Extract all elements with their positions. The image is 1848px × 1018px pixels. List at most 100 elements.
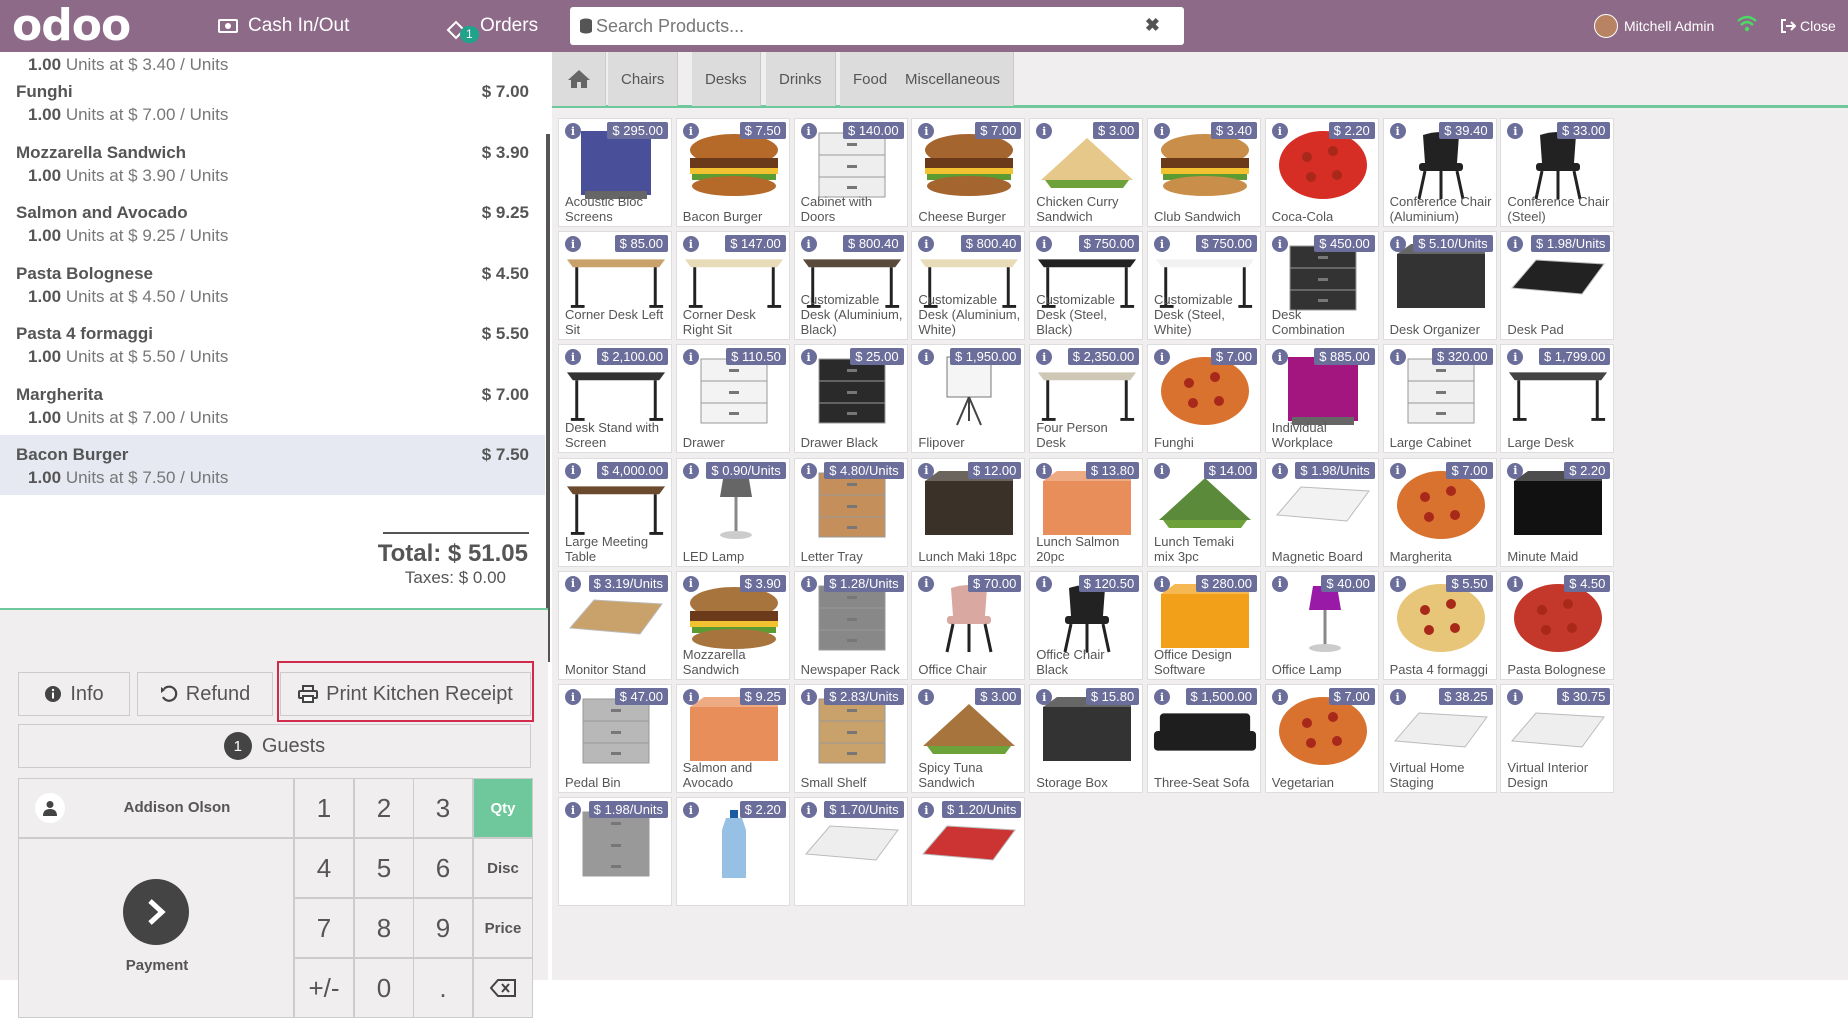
numpad-key[interactable]: 1: [294, 778, 354, 838]
info-icon[interactable]: i: [1507, 462, 1524, 479]
numpad-key[interactable]: 7: [294, 898, 354, 958]
numpad-key[interactable]: 0: [354, 958, 414, 1018]
info-icon[interactable]: i: [1271, 236, 1288, 253]
info-icon[interactable]: i: [1036, 575, 1053, 592]
product-card[interactable]: i $ 1.98/Units Desk Pad: [1500, 231, 1615, 341]
info-icon[interactable]: i: [1389, 689, 1406, 705]
category-drinks[interactable]: Drinks: [766, 52, 836, 106]
info-icon[interactable]: i: [682, 689, 699, 705]
info-icon[interactable]: i: [1036, 462, 1053, 479]
order-line[interactable]: Funghi $ 7.00 1.00 Units at $ 7.00 / Uni…: [0, 72, 545, 132]
product-card[interactable]: i $ 110.50 Drawer: [675, 344, 790, 454]
product-card[interactable]: i $ 320.00 Large Cabinet: [1382, 344, 1497, 454]
product-card[interactable]: i $ 2.20 Coca-Cola: [1264, 118, 1379, 227]
product-card[interactable]: i $ 3.90 Mozzarella Sandwich: [675, 570, 790, 680]
info-icon[interactable]: i: [800, 689, 817, 705]
info-icon[interactable]: i: [918, 462, 935, 479]
info-icon[interactable]: i: [565, 462, 581, 479]
mode-disc-button[interactable]: Disc: [473, 838, 533, 898]
product-card[interactable]: i $ 280.00 Office Design Software: [1147, 570, 1261, 680]
product-card[interactable]: i $ 120.50 Office Chair Black: [1029, 570, 1144, 680]
info-icon[interactable]: i: [565, 123, 581, 139]
clear-search-icon[interactable]: ✖: [1145, 15, 1160, 36]
product-card[interactable]: i $ 140.00 Cabinet with Doors: [793, 118, 908, 227]
category-chairs[interactable]: Chairs: [608, 52, 679, 106]
product-card[interactable]: i $ 2.20: [675, 797, 790, 907]
numpad-key[interactable]: 3: [413, 778, 473, 838]
product-card[interactable]: i $ 1.98/Units Magnetic Board: [1264, 457, 1379, 567]
cash-in-out-button[interactable]: Cash In/Out: [218, 0, 349, 52]
info-icon[interactable]: i: [1154, 462, 1170, 479]
product-card[interactable]: i $ 7.00 Cheese Burger: [911, 118, 1026, 227]
product-card[interactable]: i $ 38.25 Virtual Home Staging: [1382, 684, 1497, 793]
refund-button[interactable]: Refund: [137, 672, 273, 716]
guests-button[interactable]: 1 Guests: [18, 724, 531, 768]
product-card[interactable]: i $ 12.00 Lunch Maki 18pc: [911, 457, 1026, 567]
product-card[interactable]: i $ 15.80 Storage Box: [1029, 684, 1144, 793]
customer-button[interactable]: Addison Olson: [18, 778, 294, 838]
info-icon[interactable]: i: [1389, 236, 1406, 253]
product-card[interactable]: i $ 85.00 Corner Desk Left Sit: [558, 231, 672, 341]
info-icon[interactable]: i: [1271, 462, 1288, 479]
product-card[interactable]: i $ 800.40 Customizable Desk (Aluminium,…: [793, 231, 908, 341]
info-icon[interactable]: i: [1154, 575, 1170, 592]
info-icon[interactable]: i: [800, 349, 817, 366]
info-icon[interactable]: i: [682, 802, 699, 819]
product-card[interactable]: i $ 5.50 Pasta 4 formaggi: [1382, 570, 1497, 680]
product-card[interactable]: i $ 2,100.00 Desk Stand with Screen: [558, 344, 672, 454]
info-icon[interactable]: i: [800, 462, 817, 479]
product-card[interactable]: i $ 885.00 Individual Workplace: [1264, 344, 1379, 454]
product-card[interactable]: i $ 3.00 Spicy Tuna Sandwich: [911, 684, 1026, 793]
order-line[interactable]: Bacon Burger $ 7.50 1.00 Units at $ 7.50…: [0, 435, 545, 495]
product-card[interactable]: i $ 13.80 Lunch Salmon 20pc: [1029, 457, 1144, 567]
product-card[interactable]: i $ 295.00 Acoustic Bloc Screens: [558, 118, 672, 227]
info-icon[interactable]: i: [565, 689, 581, 705]
product-card[interactable]: i $ 7.00 Margherita: [1382, 457, 1497, 567]
info-icon[interactable]: i: [1271, 123, 1288, 139]
product-card[interactable]: i $ 800.40 Customizable Desk (Aluminium,…: [911, 231, 1026, 341]
info-button[interactable]: Info: [18, 672, 130, 716]
product-card[interactable]: i $ 30.75 Virtual Interior Design: [1500, 684, 1615, 793]
category-miscellaneous[interactable]: Miscellaneous: [892, 52, 1015, 106]
numpad-key[interactable]: +/-: [294, 958, 354, 1018]
info-icon[interactable]: i: [682, 236, 699, 253]
category-desks[interactable]: Desks: [692, 52, 761, 106]
info-icon[interactable]: i: [565, 575, 581, 592]
numpad-key[interactable]: .: [413, 958, 473, 1018]
info-icon[interactable]: i: [800, 236, 817, 253]
product-card[interactable]: i $ 2.20 Minute Maid: [1500, 457, 1615, 567]
product-card[interactable]: i $ 33.00 Conference Chair (Steel): [1500, 118, 1615, 227]
scrollbar[interactable]: [546, 134, 550, 662]
product-card[interactable]: i $ 1,950.00 Flipover: [911, 344, 1026, 454]
order-line[interactable]: Salmon and Avocado $ 9.25 1.00 Units at …: [0, 193, 545, 253]
product-card[interactable]: i $ 70.00 Office Chair: [911, 570, 1026, 680]
info-icon[interactable]: i: [1154, 689, 1170, 705]
numpad-key[interactable]: 6: [413, 838, 473, 898]
orders-button[interactable]: 1 Orders: [446, 0, 538, 52]
mode-qty-button[interactable]: Qty: [473, 778, 533, 838]
info-icon[interactable]: i: [1389, 123, 1406, 139]
product-card[interactable]: i $ 1.98/Units: [558, 797, 672, 907]
product-card[interactable]: i $ 9.25 Salmon and Avocado: [675, 684, 790, 793]
product-card[interactable]: i $ 40.00 Office Lamp: [1264, 570, 1379, 680]
product-card[interactable]: i $ 750.00 Customizable Desk (Steel, Bla…: [1029, 231, 1144, 341]
product-card[interactable]: i $ 450.00 Desk Combination: [1264, 231, 1379, 341]
product-card[interactable]: i $ 7.00 Vegetarian: [1264, 684, 1379, 793]
product-card[interactable]: i $ 1,799.00 Large Desk: [1500, 344, 1615, 454]
product-card[interactable]: i $ 3.40 Club Sandwich: [1147, 118, 1261, 227]
product-card[interactable]: i $ 0.90/Units LED Lamp: [675, 457, 790, 567]
product-card[interactable]: i $ 2,350.00 Four Person Desk: [1029, 344, 1144, 454]
product-card[interactable]: i $ 39.40 Conference Chair (Aluminium): [1382, 118, 1497, 227]
info-icon[interactable]: i: [1271, 575, 1288, 592]
product-card[interactable]: i $ 3.00 Chicken Curry Sandwich: [1029, 118, 1144, 227]
product-card[interactable]: i $ 2.83/Units Small Shelf: [793, 684, 908, 793]
numpad-key[interactable]: 8: [354, 898, 414, 958]
product-card[interactable]: i $ 750.00 Customizable Desk (Steel, Whi…: [1147, 231, 1261, 341]
info-icon[interactable]: i: [1154, 123, 1170, 139]
order-line[interactable]: Mozzarella Sandwich $ 3.90 1.00 Units at…: [0, 133, 545, 193]
numpad-key[interactable]: 5: [354, 838, 414, 898]
info-icon[interactable]: i: [800, 123, 817, 139]
close-button[interactable]: Close: [1780, 0, 1836, 52]
product-card[interactable]: i $ 147.00 Corner Desk Right Sit: [675, 231, 790, 341]
product-card[interactable]: i $ 3.19/Units Monitor Stand: [558, 570, 672, 680]
